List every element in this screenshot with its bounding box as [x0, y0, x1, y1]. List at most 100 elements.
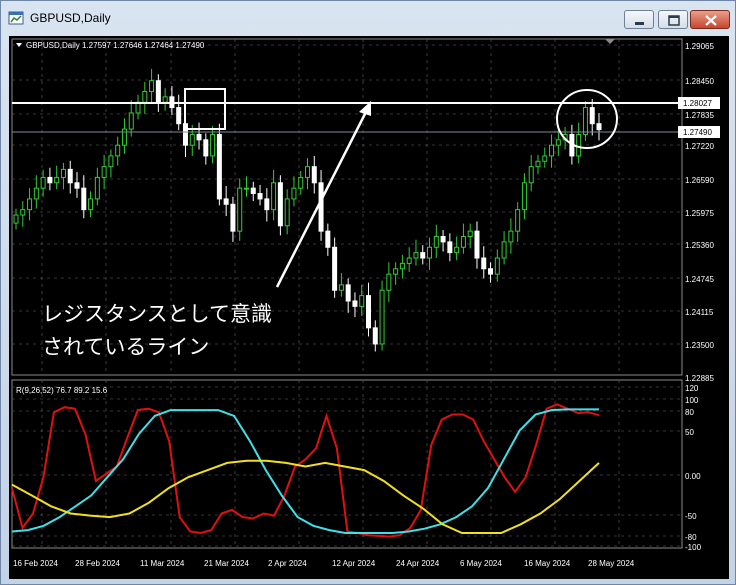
candle-body — [108, 155, 114, 168]
indicator-scale-label: 50 — [685, 428, 694, 437]
candle-body — [420, 252, 426, 259]
candle-body — [33, 187, 39, 200]
indicator-scale-label: 120 — [685, 384, 699, 393]
candle-body — [325, 230, 331, 248]
chart-area[interactable]: レジスタンスとして意識 されているライン GBPUSD,Daily 1.2759… — [9, 36, 729, 579]
candle-body — [60, 168, 66, 178]
date-label: 6 May 2024 — [460, 559, 502, 568]
candle-body — [521, 182, 527, 211]
indicator-scale-label: -100 — [685, 543, 702, 552]
candle-body — [596, 123, 602, 131]
annotation-line-2: されているライン — [42, 336, 209, 359]
candle-body — [555, 139, 561, 146]
candle-body — [305, 166, 310, 178]
price-label: 1.25360 — [685, 241, 714, 250]
price-label: 1.24745 — [685, 275, 714, 284]
candle-body — [447, 241, 453, 254]
price-label: 1.26590 — [685, 176, 714, 185]
candle-body — [474, 230, 480, 259]
maximize-icon — [668, 15, 680, 26]
annotation-line-1: レジスタンスとして意識 — [42, 303, 272, 326]
price-label: 1.25975 — [685, 209, 714, 218]
candle-body — [250, 187, 256, 195]
candle-body — [20, 209, 26, 216]
price-label: 1.28450 — [685, 77, 714, 86]
candle-body — [291, 187, 297, 200]
date-label: 16 May 2024 — [524, 559, 571, 568]
candle-body — [393, 268, 399, 275]
candle-body — [542, 155, 548, 162]
date-label: 11 Mar 2024 — [140, 559, 185, 568]
minimize-button[interactable] — [624, 10, 654, 29]
candle-body — [155, 80, 161, 103]
candle-body — [332, 246, 338, 291]
candle-body — [515, 209, 521, 232]
chart-window: GBPUSD,Daily レジスタンスとして意識 されているライン GBPUSD… — [0, 0, 736, 585]
candle-body — [427, 246, 433, 259]
candle-body — [189, 133, 195, 146]
candle-body — [338, 284, 344, 291]
candle-body — [203, 139, 209, 157]
window-title: GBPUSD,Daily — [30, 11, 111, 25]
candle-body — [196, 133, 202, 141]
price-label: 1.23500 — [685, 341, 714, 350]
candle-body — [386, 273, 392, 291]
candle-body — [149, 80, 155, 92]
candle-body — [311, 166, 317, 184]
candle-body — [142, 90, 148, 103]
indicator-line-cyan — [11, 408, 599, 534]
price-label: 1.24115 — [685, 308, 714, 317]
candle-body — [210, 133, 216, 157]
title-bar[interactable]: GBPUSD,Daily — [1, 1, 735, 34]
candle-body — [589, 107, 595, 125]
price-chart[interactable]: レジスタンスとして意識 されているライン GBPUSD,Daily 1.2759… — [9, 36, 729, 579]
date-label: 21 Mar 2024 — [204, 559, 249, 568]
date-label: 28 May 2024 — [588, 559, 635, 568]
price-label: 1.29065 — [685, 42, 714, 51]
indicator-scale-label: -80 — [685, 533, 697, 542]
candle-body — [582, 107, 588, 135]
candle-body — [115, 144, 121, 157]
candle-body — [454, 246, 460, 254]
maximize-button[interactable] — [658, 10, 688, 29]
candle-body — [440, 236, 446, 243]
candle-body — [230, 203, 236, 232]
date-label: 16 Feb 2024 — [13, 559, 58, 568]
candle-body — [406, 257, 412, 264]
price-label: 1.27220 — [685, 142, 714, 151]
candle-body — [467, 230, 473, 238]
indicator-scale-label: -50 — [685, 512, 697, 521]
candle-body — [162, 96, 168, 103]
candle-body — [460, 236, 466, 248]
candle-body — [88, 198, 94, 211]
candle-body — [54, 176, 60, 184]
candle-body — [501, 241, 507, 259]
candle-body — [223, 198, 229, 205]
close-button[interactable] — [690, 10, 730, 29]
highlight-rectangle[interactable] — [184, 88, 226, 130]
candle-body — [74, 182, 80, 189]
indicator-scale-label: 0.00 — [685, 472, 701, 481]
candle-body — [94, 176, 100, 200]
candle-body — [549, 144, 555, 157]
symbol-info: GBPUSD,Daily 1.27597 1.27646 1.27464 1.2… — [26, 41, 205, 50]
candle-body — [413, 252, 419, 259]
price-axis: 1.29065 1.28450 1.27835 1.27220 1.26590 … — [685, 42, 714, 383]
candle-body — [433, 236, 439, 248]
arrow-line[interactable] — [275, 107, 370, 288]
indicator-lines — [11, 403, 600, 538]
candle-body — [359, 295, 365, 307]
candle-body — [528, 166, 534, 184]
date-label: 2 Apr 2024 — [268, 559, 307, 568]
candle-body — [216, 133, 222, 200]
candle-body — [101, 166, 107, 178]
candle-body — [488, 268, 494, 275]
candle-body — [67, 168, 73, 184]
candle-body — [176, 107, 182, 125]
candle-body — [494, 257, 500, 275]
price-label: 1.22885 — [685, 374, 714, 383]
chart-shift-marker-icon[interactable] — [605, 39, 615, 44]
chart-window-icon — [8, 11, 24, 25]
candle-body — [121, 128, 127, 146]
candle-body — [318, 182, 324, 232]
